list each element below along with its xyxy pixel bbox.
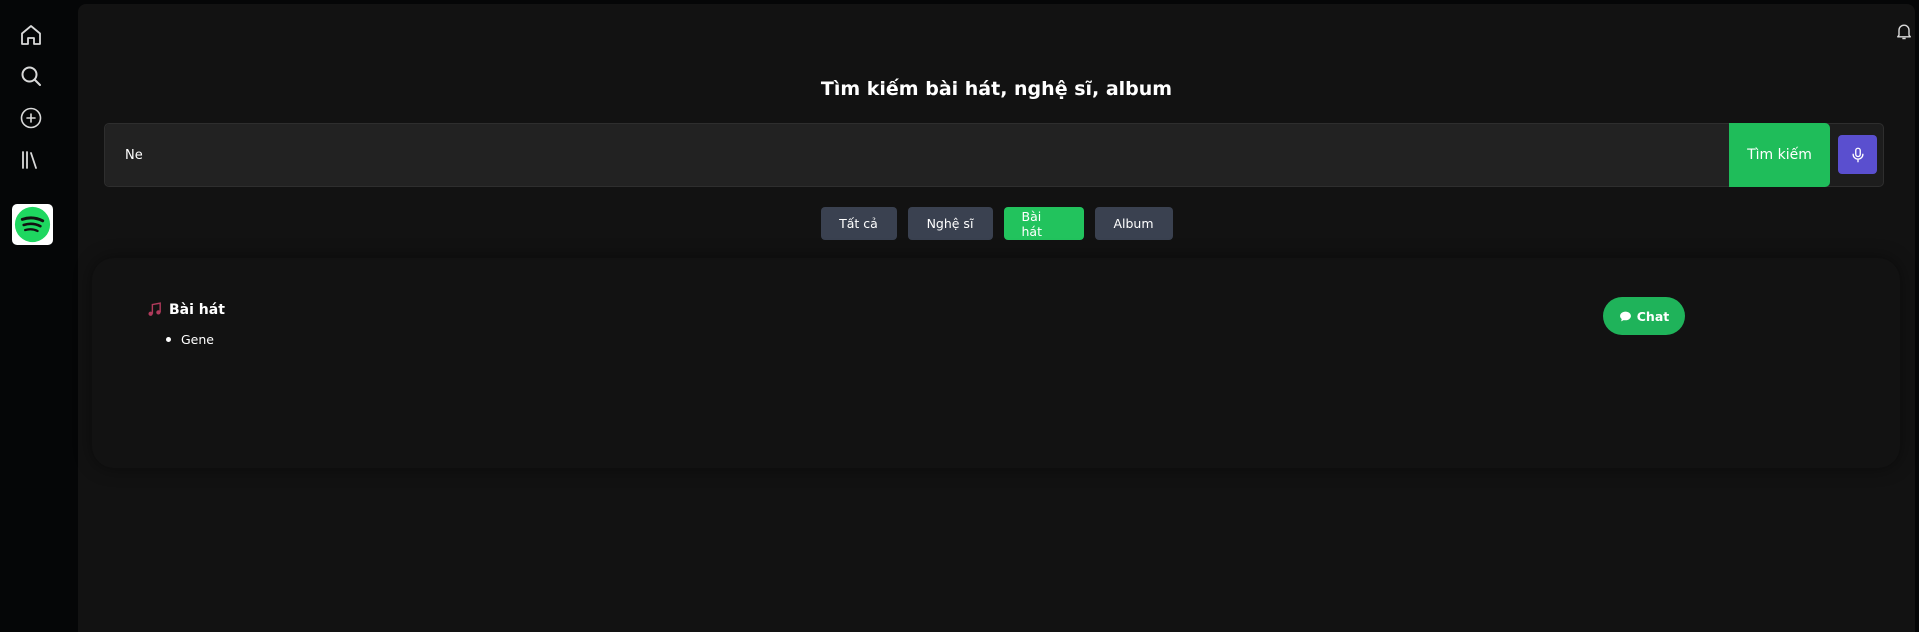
results-heading: Bài hát — [146, 301, 225, 318]
chat-button[interactable]: Chat — [1603, 297, 1685, 335]
search-input[interactable] — [105, 124, 1729, 186]
bell-icon[interactable] — [1891, 18, 1917, 44]
search-bar: Tìm kiếm — [104, 123, 1884, 187]
app-root: Tìm kiếm bài hát, nghệ sĩ, album Tìm kiế… — [0, 0, 1919, 632]
search-icon[interactable] — [16, 61, 46, 91]
spotify-logo[interactable] — [12, 204, 53, 245]
music-note-icon — [148, 302, 161, 316]
chat-bubble-icon — [1619, 311, 1631, 321]
filter-tabs: Tất cả Nghệ sĩ Bài hát Album — [78, 207, 1915, 240]
search-button[interactable]: Tìm kiếm — [1729, 123, 1830, 187]
add-circle-icon[interactable] — [16, 103, 46, 133]
result-list: Gene — [166, 332, 214, 347]
home-icon[interactable] — [16, 20, 46, 50]
results-panel: Bài hát Gene — [92, 258, 1900, 468]
microphone-icon — [1851, 147, 1864, 162]
page-title: Tìm kiếm bài hát, nghệ sĩ, album — [820, 78, 1173, 100]
results-heading-label: Bài hát — [169, 301, 225, 318]
sidebar — [0, 0, 78, 632]
filter-artists[interactable]: Nghệ sĩ — [907, 207, 993, 240]
filter-all[interactable]: Tất cả — [820, 207, 897, 240]
chat-label: Chat — [1636, 308, 1670, 324]
filter-songs[interactable]: Bài hát — [1003, 207, 1084, 240]
library-icon[interactable] — [16, 145, 46, 175]
list-item[interactable]: Gene — [166, 332, 214, 347]
filter-albums[interactable]: Album — [1094, 207, 1173, 240]
microphone-button[interactable] — [1838, 135, 1877, 174]
